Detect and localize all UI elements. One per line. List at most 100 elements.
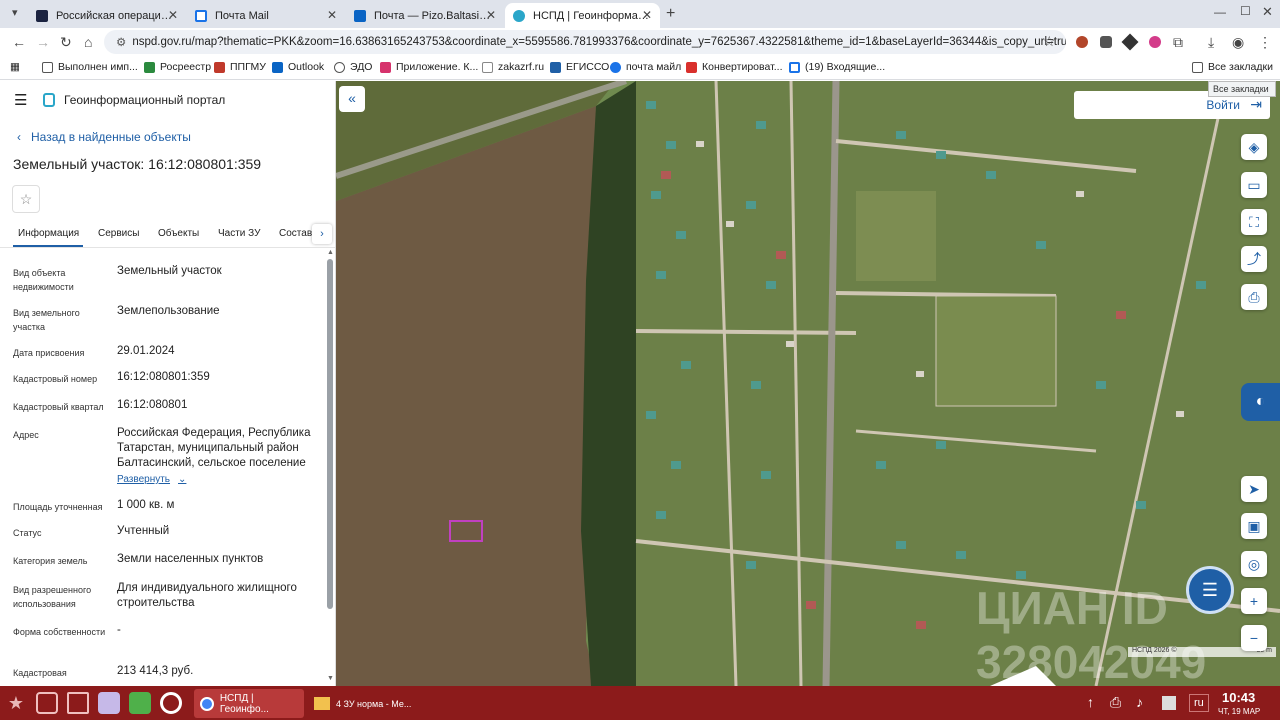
start-menu-icon[interactable]: ★ [5, 692, 27, 714]
detail-label: Кадастровый квартал [13, 402, 104, 412]
profile-icon[interactable]: ◉ [1232, 34, 1244, 51]
select-area-icon[interactable]: ⛶ [1241, 209, 1267, 235]
assistant-icon[interactable]: ◐ [1241, 383, 1280, 421]
expand-address-link[interactable]: Развернуть ⌄ [117, 474, 186, 485]
printer-icon[interactable]: ⎙ [1110, 694, 1121, 711]
detail-value: 29.01.2024 [117, 345, 175, 357]
app-icon[interactable] [129, 692, 151, 714]
chevron-down-icon: ⌄ [178, 474, 187, 485]
taskbar-window-browser[interactable]: НСПД | Геоинфо... [194, 689, 304, 718]
layers-icon[interactable]: ◈ [1241, 134, 1267, 160]
extension-icon[interactable] [1100, 36, 1112, 48]
app-icon[interactable] [98, 692, 120, 714]
bookmark-item[interactable]: (19) Входящие... [789, 61, 885, 73]
tab-objects[interactable]: Объекты [158, 228, 199, 239]
bookmark-item[interactable]: Outlook [272, 61, 324, 73]
volume-icon[interactable]: ♪ [1136, 694, 1143, 710]
tab-2[interactable]: Почта Mail ✕ [187, 3, 345, 28]
forward-icon[interactable]: → [36, 34, 50, 50]
close-icon[interactable]: ✕ [327, 8, 337, 22]
extension-icon[interactable] [1121, 33, 1139, 51]
back-link-label: Назад в найденные объекты [31, 130, 191, 144]
address-bar[interactable]: ⚙ nspd.gov.ru/map?thematic=PKK&zoom=16.6… [104, 30, 1066, 54]
tab-search-icon[interactable]: ▾ [12, 6, 18, 19]
detail-value: Учтенный [117, 525, 170, 537]
tab-composition[interactable]: Состав [279, 228, 312, 239]
minimap-icon[interactable]: ▣ [1241, 513, 1267, 539]
language-indicator[interactable]: ru [1189, 694, 1209, 712]
extension-icon[interactable] [1076, 36, 1088, 48]
tab-parts[interactable]: Части ЗУ [218, 228, 260, 239]
rosreestr-icon [144, 61, 155, 73]
reload-icon[interactable]: ↻ [60, 34, 72, 51]
satellite-map[interactable]: ЦИАН ID 328042049 Войти ⇥ НСПД 2026 © 50… [336, 81, 1280, 686]
ruler-icon[interactable]: ▭ [1241, 172, 1267, 198]
detail-label: Вид земельного участка [13, 308, 80, 332]
all-bookmarks-button[interactable]: Все закладки [1192, 61, 1273, 73]
app-icon[interactable] [160, 692, 182, 714]
window-close-icon[interactable]: ✕ [1262, 4, 1273, 20]
close-icon[interactable]: ✕ [642, 8, 652, 22]
panel-scrollbar[interactable] [327, 259, 333, 609]
favorite-star-icon[interactable]: ☆ [12, 185, 40, 213]
chat-bubble-icon[interactable]: ☰ [1186, 566, 1234, 614]
bookmark-item[interactable]: ЕГИССО [550, 61, 609, 73]
tray-arrow-icon[interactable]: ↑ [1087, 694, 1094, 710]
extensions-puzzle-icon[interactable]: ⧉ [1173, 34, 1183, 51]
tab-information[interactable]: Информация [18, 228, 79, 239]
back-to-results-link[interactable]: ‹ Назад в найденные объекты [17, 130, 191, 144]
watermark-text: ЦИАН ID 328042049 [976, 582, 1207, 686]
bookmark-item[interactable]: Росреестр [144, 61, 211, 73]
maximize-icon[interactable]: ☐ [1240, 4, 1251, 18]
network-icon[interactable] [1162, 696, 1176, 710]
download-icon[interactable]: ⤓ [1208, 34, 1214, 51]
bookmark-item[interactable]: ППГМУ [214, 61, 266, 73]
login-arrow-icon[interactable]: ⇥ [1250, 96, 1262, 113]
bookmark-star-icon[interactable]: ☆ [1043, 33, 1056, 50]
home-icon[interactable]: ⌂ [84, 34, 92, 50]
back-icon[interactable]: ← [12, 34, 26, 50]
bookmark-item[interactable]: Приложение. К... [380, 61, 478, 73]
tab-1[interactable]: Российская операционн... ✕ [28, 3, 186, 28]
detail-label: Кадастровый номер [13, 374, 98, 384]
taskbar-window-folder[interactable]: 4 ЗУ норма - Ме... [310, 689, 420, 718]
collapse-panel-button[interactable]: « [339, 86, 365, 112]
menu-kebab-icon[interactable]: ⋮ [1258, 34, 1272, 51]
tabs-scroll-right-icon[interactable]: › [312, 224, 332, 244]
zoom-in-button[interactable]: + [1241, 588, 1267, 614]
apps-grid-icon[interactable]: ▦ [10, 61, 20, 73]
minimize-icon[interactable]: — [1214, 5, 1226, 19]
folder-icon [1192, 61, 1203, 73]
login-button[interactable]: Войти [1206, 98, 1240, 112]
window-manager-icon[interactable] [36, 692, 58, 714]
bookmark-item[interactable]: Выполнен имп... [42, 61, 138, 73]
geolocation-icon[interactable]: ◎ [1241, 551, 1267, 577]
file-manager-icon[interactable] [67, 692, 89, 714]
print-icon[interactable]: ⎙ [1241, 284, 1267, 310]
close-icon[interactable]: ✕ [486, 8, 496, 22]
bookmark-label: Росреестр [160, 61, 212, 73]
bookmark-item[interactable]: Конвертироват... [686, 61, 782, 73]
hamburger-menu-icon[interactable]: ☰ [14, 91, 27, 109]
new-tab-button[interactable]: + [666, 5, 675, 23]
detail-label: Статус [13, 528, 42, 538]
detail-value: Земельный участок [117, 265, 222, 277]
close-icon[interactable]: ✕ [168, 8, 178, 22]
tab-services[interactable]: Сервисы [98, 228, 139, 239]
scroll-down-icon[interactable]: ▼ [327, 675, 334, 682]
folder-icon [314, 697, 330, 710]
clock-date[interactable]: ЧТ, 19 МАР [1218, 707, 1260, 716]
tab-3[interactable]: Почта — Pizo.Baltasi@tat... ✕ [346, 3, 504, 28]
scroll-up-icon[interactable]: ▲ [327, 249, 334, 256]
bookmark-item[interactable]: ЭДО [334, 61, 372, 73]
bookmark-item[interactable]: zakazrf.ru [482, 61, 544, 73]
share-icon[interactable]: ⤴ [1241, 246, 1267, 272]
navigate-icon[interactable]: ➤ [1241, 476, 1267, 502]
site-info-icon[interactable]: ⚙ [116, 35, 126, 49]
clock-time[interactable]: 10:43 [1222, 690, 1255, 705]
bookmark-item[interactable]: почта майл [610, 61, 681, 73]
extension-icon[interactable] [1149, 36, 1161, 48]
zoom-out-button[interactable]: − [1241, 625, 1267, 651]
detail-label: Вид разрешенного использования [13, 585, 92, 609]
tab-4-active[interactable]: НСПД | Геоинформацион... ✕ [505, 3, 660, 28]
